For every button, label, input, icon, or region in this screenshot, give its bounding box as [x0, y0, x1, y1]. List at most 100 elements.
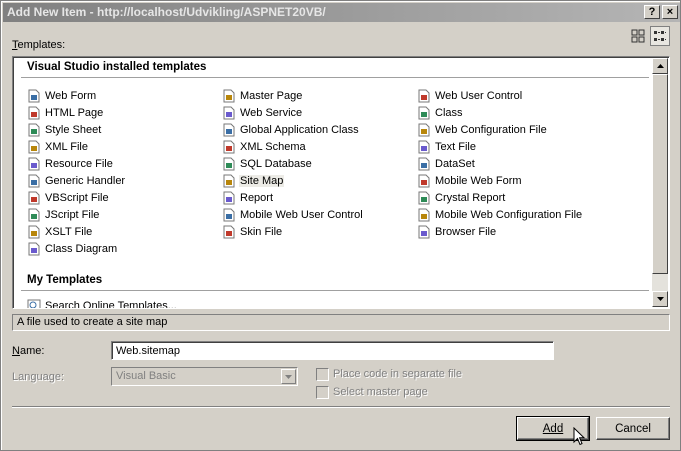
templates-scrollbar[interactable]: [652, 58, 668, 307]
template-item[interactable]: XSLT File: [27, 224, 95, 240]
template-item-label: Browser File: [435, 226, 497, 238]
arrow-up-icon: [656, 64, 664, 68]
text-file-icon: [417, 140, 431, 154]
crystal-report-icon: [417, 191, 431, 205]
template-item[interactable]: Web Form: [27, 88, 99, 104]
master-page-icon: [222, 89, 236, 103]
site-map-icon: [222, 174, 236, 188]
generic-handler-icon: [27, 174, 41, 188]
add-button-label: Add: [542, 422, 564, 435]
template-item[interactable]: Report: [222, 190, 276, 206]
template-item[interactable]: JScript File: [27, 207, 102, 223]
html-page-icon: [27, 106, 41, 120]
template-item[interactable]: Site Map: [222, 173, 286, 189]
template-item-label: Mobile Web Form: [435, 175, 522, 187]
template-item[interactable]: Web User Control: [417, 88, 525, 104]
template-item[interactable]: Generic Handler: [27, 173, 128, 189]
template-item-label: Resource File: [45, 158, 113, 170]
class-icon: [417, 106, 431, 120]
templates-label: Templates:: [12, 39, 66, 51]
template-item[interactable]: Mobile Web User Control: [222, 207, 366, 223]
installed-templates-heading: Visual Studio installed templates: [27, 61, 207, 73]
report-icon: [222, 191, 236, 205]
description-bar: A file used to create a site map: [12, 314, 670, 331]
style-sheet-icon: [27, 123, 41, 137]
template-item-search-online[interactable]: Search Online Templates...: [27, 298, 180, 308]
language-select[interactable]: Visual Basic: [111, 367, 298, 386]
template-item[interactable]: Text File: [417, 139, 479, 155]
template-item-label: JScript File: [45, 209, 100, 221]
template-item[interactable]: DataSet: [417, 156, 478, 172]
template-item[interactable]: SQL Database: [222, 156, 315, 172]
small-icons-view-button[interactable]: [650, 26, 670, 46]
template-item-label: Global Application Class: [240, 124, 359, 136]
vbscript-file-icon: [27, 191, 41, 205]
template-item-label: Class: [435, 107, 463, 119]
help-button[interactable]: ?: [644, 5, 660, 19]
web-configuration-file-icon: [417, 123, 431, 137]
name-label: Name:: [12, 345, 45, 357]
language-value: Visual Basic: [116, 370, 176, 382]
title-bar[interactable]: Add New Item - http://localhost/Udviklin…: [3, 3, 680, 22]
master-page-checkbox[interactable]: [316, 386, 329, 399]
window-title: Add New Item - http://localhost/Udviklin…: [7, 5, 326, 19]
template-item[interactable]: Style Sheet: [27, 122, 104, 138]
scroll-down-button[interactable]: [652, 291, 668, 307]
global-application-class-icon: [222, 123, 236, 137]
template-item[interactable]: XML File: [27, 139, 91, 155]
template-item[interactable]: Class: [417, 105, 466, 121]
template-item-label: XML Schema: [240, 141, 306, 153]
mobile-web-form-icon: [417, 174, 431, 188]
template-item[interactable]: Mobile Web Form: [417, 173, 525, 189]
template-item[interactable]: Browser File: [417, 224, 499, 240]
jscript-file-icon: [27, 208, 41, 222]
small-icons-view-icon: [654, 31, 666, 41]
skin-file-icon: [222, 225, 236, 239]
template-item-label: Mobile Web Configuration File: [435, 209, 583, 221]
template-item-label: XML File: [45, 141, 88, 153]
search-online-templates-icon: [27, 299, 41, 308]
mouse-cursor-icon: [573, 427, 586, 446]
add-new-item-dialog: Add New Item - http://localhost/Udviklin…: [0, 0, 681, 451]
template-item-label: XSLT File: [45, 226, 93, 238]
sql-database-icon: [222, 157, 236, 171]
class-diagram-icon: [27, 242, 41, 256]
template-item[interactable]: XML Schema: [222, 139, 309, 155]
template-item-label: DataSet: [435, 158, 475, 170]
mobile-web-configuration-file-icon: [417, 208, 431, 222]
template-item-label: Text File: [435, 141, 476, 153]
scroll-thumb[interactable]: [652, 74, 668, 274]
templates-list[interactable]: Visual Studio installed templates Web Fo…: [12, 56, 670, 309]
close-button[interactable]: ×: [662, 5, 678, 19]
template-item-label: SQL Database: [240, 158, 312, 170]
language-label: Language:: [12, 371, 64, 383]
template-item[interactable]: VBScript File: [27, 190, 112, 206]
cancel-button[interactable]: Cancel: [596, 417, 670, 440]
section-divider: [21, 77, 649, 78]
template-item[interactable]: Crystal Report: [417, 190, 508, 206]
web-user-control-icon: [417, 89, 431, 103]
template-item[interactable]: Web Configuration File: [417, 122, 550, 138]
cancel-button-label: Cancel: [615, 422, 651, 435]
template-item[interactable]: Master Page: [222, 88, 305, 104]
language-dropdown-button[interactable]: [281, 369, 296, 384]
large-icons-view-button[interactable]: [628, 26, 648, 46]
template-item[interactable]: Skin File: [222, 224, 285, 240]
template-item[interactable]: HTML Page: [27, 105, 106, 121]
template-item-label: Crystal Report: [435, 192, 506, 204]
separate-file-checkbox[interactable]: [316, 368, 329, 381]
web-form-icon: [27, 89, 41, 103]
name-input[interactable]: [111, 341, 554, 360]
template-item[interactable]: Web Service: [222, 105, 305, 121]
template-item[interactable]: Resource File: [27, 156, 116, 172]
template-item[interactable]: Global Application Class: [222, 122, 362, 138]
description-text: A file used to create a site map: [17, 316, 168, 328]
template-item[interactable]: Class Diagram: [27, 241, 120, 257]
template-item-label: Web Form: [45, 90, 97, 102]
template-item[interactable]: Mobile Web Configuration File: [417, 207, 585, 223]
template-item-label: Report: [240, 192, 274, 204]
scroll-up-button[interactable]: [652, 58, 668, 74]
footer-separator: [12, 406, 670, 408]
template-item-label: Skin File: [240, 226, 283, 238]
separate-file-label: Place code in separate file: [333, 368, 463, 380]
